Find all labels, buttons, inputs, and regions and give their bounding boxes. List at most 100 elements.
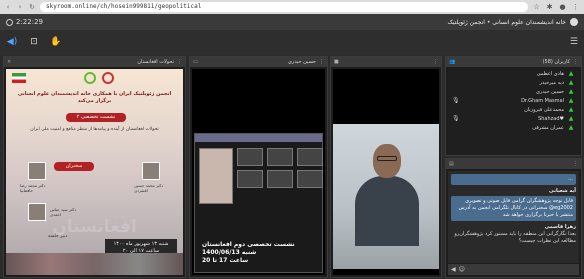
iran-flag-icon: [12, 73, 26, 83]
caption-line: شنبه 1400/06/13: [202, 249, 257, 256]
webcam-frame: [333, 124, 439, 269]
user-status-icon: ▲: [568, 115, 574, 122]
attendee-name: محمدعلی فیروزیان: [524, 106, 564, 113]
video-pod: ■ ⋮: [330, 56, 442, 278]
user-status-icon: ▲: [568, 79, 574, 86]
screen-icon: ▭: [193, 59, 198, 65]
pod-menu-icon[interactable]: ⋮: [573, 161, 578, 167]
poster-note: دبیر جلسه: [48, 234, 68, 239]
chat-text: بعدا نگارگرانی این منطقه را باید مستور ک…: [454, 231, 576, 244]
screen-caption: نشست تخصصی دوم افغانستان شنبه 1400/06/13…: [202, 241, 295, 265]
user-status-icon: ▲: [568, 106, 574, 113]
window-thumbnail: [297, 170, 323, 188]
profile-icon[interactable]: ●: [558, 3, 567, 11]
speaker-head: [373, 144, 401, 178]
date-line: شنبه ۱۳ شهریور ماه ۱۴۰۰: [113, 241, 169, 247]
emoji-icon[interactable]: ☺: [459, 266, 465, 273]
chat-text: ...: [451, 174, 576, 185]
pod-header: × تحولات افغانستان ⋮: [4, 57, 185, 67]
pod-menu-icon[interactable]: ⋮: [433, 59, 438, 65]
shared-screen: نشست تخصصی دوم افغانستان شنبه 1400/06/13…: [192, 69, 325, 275]
session-timer: 2:22:29: [6, 18, 43, 26]
user-avatar-icon[interactable]: [570, 18, 578, 26]
attendee-name: هادی اعظمی: [536, 70, 564, 77]
chat-text: قابل توجه پژوهشگران گرامی فایل صوتی و تص…: [451, 196, 576, 221]
camera-icon: ■: [334, 59, 339, 65]
attendee-row[interactable]: عمران مشرقی ▲: [448, 123, 579, 132]
caption-line: نشست تخصصی دوم افغانستان: [202, 241, 295, 248]
extension-icon[interactable]: ✱: [545, 3, 554, 11]
pod-header: ■ ⋮: [331, 57, 441, 67]
window-thumbnail: [237, 170, 263, 188]
bookmark-icon[interactable]: ☆: [532, 3, 541, 11]
attendee-name: دیه میرحیدر: [539, 79, 564, 86]
attendee-name: عمران مشرقی: [532, 124, 564, 131]
chat-message: آیه شعبانی قابل توجه پژوهشگران گرامی فای…: [451, 188, 576, 221]
users-icon: 👥: [449, 59, 456, 65]
attendee-name: Dr.Gham Masmal: [521, 97, 564, 104]
send-icon[interactable]: ◀: [451, 266, 456, 273]
pod-menu-icon[interactable]: ⋮: [573, 59, 578, 65]
attendees-pod: 👥 کاربران (58) ⋮ هادی اعظمی ▲ دیه میرحیدر…: [445, 56, 582, 156]
chat-author: زهرا قاسمی: [544, 224, 576, 230]
chat-input-bar[interactable]: ◀ ☺: [448, 264, 579, 275]
attendee-row[interactable]: حسین حیدری ▲: [448, 87, 579, 96]
pod-title: حسین حیدری: [287, 59, 316, 65]
user-status-icon: ▲: [568, 97, 574, 104]
logo-icon: [102, 72, 114, 84]
app-header: 2:22:29 خانه اندیشمندان علوم انسانی • ان…: [0, 14, 584, 30]
menu-icon[interactable]: ⋮: [571, 3, 580, 11]
chat-icon: ▤: [449, 161, 454, 167]
pod-header: 👥 کاربران (58) ⋮: [446, 57, 581, 67]
speaker-photo: [28, 162, 46, 180]
attendee-name: Shahzad♥: [538, 115, 564, 122]
attendee-row[interactable]: هادی اعظمی ▲: [448, 69, 579, 78]
window-thumbnail: [297, 148, 323, 166]
window-thumbnail: [199, 148, 233, 204]
mic-icon: 🎙: [452, 115, 460, 122]
attendee-row[interactable]: محمدعلی فیروزیان ▲: [448, 105, 579, 114]
attendee-row[interactable]: دیه میرحیدر ▲: [448, 78, 579, 87]
speaker-photo: [142, 162, 160, 180]
raise-hand-icon[interactable]: ✋: [50, 36, 62, 48]
back-icon[interactable]: ‹: [4, 3, 12, 11]
poster-pod: × تحولات افغانستان ⋮ انجمن ژئوپلتیک ایرا…: [3, 56, 186, 278]
attendee-row[interactable]: 🎙 Shahzad♥ ▲: [448, 114, 579, 123]
chat-messages: ... آیه شعبانی قابل توجه پژوهشگران گرامی…: [448, 171, 579, 263]
speaker-caption: دکتر محمد حسین افشردی: [134, 183, 164, 193]
clock-icon: [6, 18, 13, 26]
close-icon[interactable]: ×: [7, 59, 11, 65]
speaker-caption: دکتر سید عباس احمدی: [50, 207, 76, 217]
hamburger-menu-icon[interactable]: ☰: [570, 37, 578, 47]
window-thumbnail: [267, 148, 293, 166]
pod-menu-icon[interactable]: ⋮: [177, 59, 182, 65]
user-status-icon: ▲: [568, 88, 574, 95]
forward-icon[interactable]: ›: [16, 3, 24, 11]
pod-menu-icon[interactable]: ⋮: [319, 59, 324, 65]
screen-share-icon[interactable]: ⊡: [28, 36, 40, 48]
speaker-icon[interactable]: ◀): [6, 36, 18, 48]
screen-share-pod: ▭ حسین حیدری ⋮ نشست تخصصی دوم افغانستان …: [189, 56, 328, 278]
poster-image: انجمن ژئوپلتیک ایران با همکاری خانه اندی…: [6, 69, 183, 275]
mic-icon: 🎙: [452, 97, 460, 104]
room-toolbar: ◀) ⊡ ✋ ☰: [0, 30, 584, 54]
user-status-icon: ▲: [568, 124, 574, 131]
window-thumbnail: [267, 170, 293, 188]
speakers-label: سخنران: [54, 162, 94, 171]
timer-text: 2:22:29: [16, 18, 43, 26]
attendee-row[interactable]: 🎙 Dr.Gham Masmal ▲: [448, 96, 579, 105]
logo-icon: [84, 72, 96, 84]
room-title: خانه اندیشمندان علوم انسانی • انجمن ژئوپ…: [447, 18, 578, 26]
room-title-text: خانه اندیشمندان علوم انسانی • انجمن ژئوپ…: [447, 18, 566, 26]
webcam-video: [333, 69, 439, 275]
poster-banner: نشست تخصصی ۲: [66, 113, 126, 122]
attendee-list: هادی اعظمی ▲ دیه میرحیدر ▲ حسین حیدری ▲ 🎙 Dr…: [448, 69, 579, 155]
caption-line: ساعت 17 تا 20: [202, 257, 249, 264]
poster-headline: انجمن ژئوپلتیک ایران با همکاری خانه اندی…: [17, 91, 172, 104]
reload-icon[interactable]: ↻: [28, 3, 36, 11]
user-status-icon: ▲: [568, 70, 574, 77]
chat-message: ...: [451, 174, 576, 185]
chat-pod: ▤ ⋮ ... آیه شعبانی قابل توجه پژوهشگران گ…: [445, 158, 582, 278]
address-bar[interactable]: skyroom.online/ch/hosein999811/geopoliti…: [40, 2, 528, 12]
browser-chrome: ‹ › ↻ skyroom.online/ch/hosein999811/geo…: [0, 0, 584, 14]
